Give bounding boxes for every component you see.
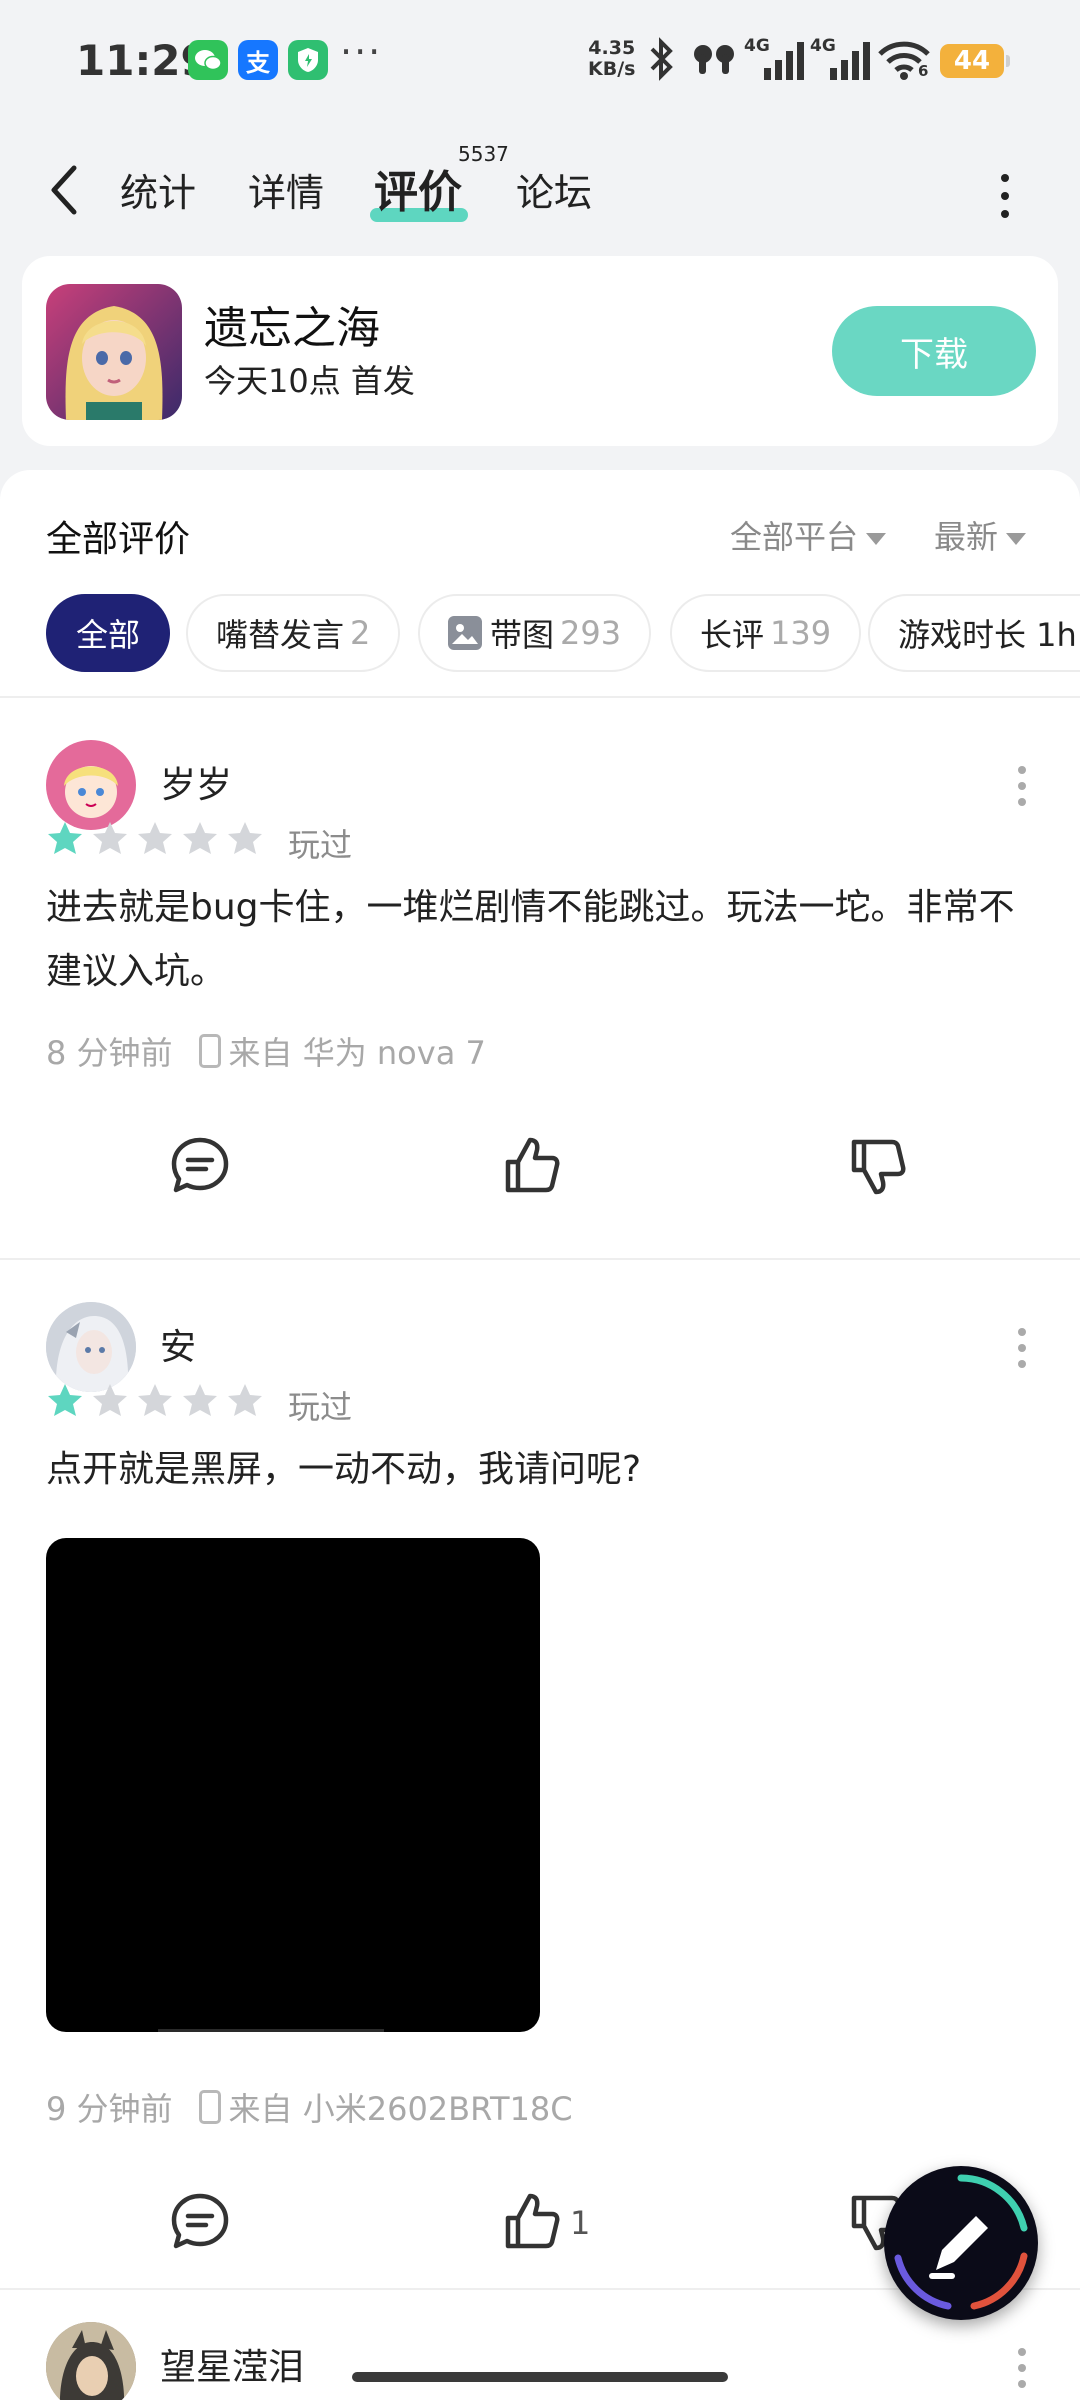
avatar[interactable] — [46, 1302, 136, 1392]
star-empty-icon — [138, 1384, 172, 1416]
review-image[interactable] — [46, 1538, 540, 2032]
review-device: 来自 华为 nova 7 — [228, 1034, 486, 1072]
more-options-icon[interactable] — [990, 166, 1020, 226]
status-more-indicator: ··· — [340, 30, 383, 74]
star-empty-icon — [228, 822, 262, 854]
star-empty-icon — [183, 822, 217, 854]
chip-playtime[interactable]: 游戏时长 1h+ — [868, 594, 1080, 672]
chip-all[interactable]: 全部 — [46, 594, 171, 672]
chip-mouthpiece[interactable]: 嘴替发言 2 — [186, 594, 401, 672]
review-more-icon[interactable] — [1016, 2346, 1028, 2390]
wechat-icon — [188, 40, 228, 80]
section-title: 全部评价 — [46, 519, 191, 560]
image-icon — [448, 616, 482, 650]
shield-icon — [288, 40, 328, 80]
status-bar: 11:29 支 ··· 4.35 KB/s 4G 4G 6 44 — [0, 0, 1080, 120]
chip-long-review[interactable]: 长评 139 — [670, 594, 862, 672]
app-card[interactable]: 遗忘之海 今天10点 首发 下载 — [22, 256, 1058, 446]
chip-with-image[interactable]: 带图 293 — [418, 594, 652, 672]
pen-icon — [894, 2174, 1028, 2310]
sort-filter[interactable]: 最新 — [934, 512, 1027, 558]
alipay-icon: 支 — [238, 40, 278, 80]
dislike-icon[interactable] — [846, 1134, 910, 1198]
divider — [0, 696, 1080, 698]
review-device: 来自 小米2602BRT18C — [228, 2090, 573, 2128]
star-empty-icon — [138, 822, 172, 854]
phone-icon — [198, 2090, 221, 2124]
review-text: 进去就是bug卡住，一堆烂剧情不能跳过。玩法一坨。非常不建议入坑。 — [46, 887, 1015, 992]
review-meta: 8 分钟前 来自 华为 nova 7 — [46, 1028, 486, 1074]
write-review-button[interactable] — [884, 2166, 1038, 2320]
signal-icon-2: 4G — [810, 36, 874, 82]
star-empty-icon — [93, 822, 127, 854]
avatar[interactable] — [46, 2322, 136, 2400]
dropdown-arrow-icon — [866, 533, 887, 545]
review-time: 8 分钟前 — [46, 1034, 173, 1072]
username[interactable]: 岁岁 — [160, 756, 232, 808]
dropdown-arrow-icon — [1006, 533, 1027, 545]
download-button[interactable]: 下载 — [832, 306, 1036, 396]
earbuds-icon — [694, 45, 734, 74]
app-release-info: 今天10点 首发 — [204, 362, 415, 400]
phone-icon — [198, 1034, 221, 1068]
wifi-icon: 6 — [878, 36, 934, 82]
review-more-icon[interactable] — [1016, 1326, 1028, 1370]
star-empty-icon — [93, 1384, 127, 1416]
star-empty-icon — [183, 1384, 217, 1416]
rating-stars — [46, 820, 271, 858]
app-name: 遗忘之海 — [204, 303, 380, 354]
review-meta: 9 分钟前 来自 小米2602BRT18C — [46, 2084, 573, 2130]
filter-chips: 全部 嘴替发言2 带图293 长评139 游戏时长 1h+ — [46, 594, 1080, 674]
app-icon — [46, 284, 182, 420]
tab-reviews[interactable]: 评价 — [374, 156, 462, 220]
comment-icon[interactable] — [168, 1134, 232, 1198]
top-nav: 统计 详情 评价 5537 论坛 — [0, 130, 1080, 250]
rating-stars — [46, 1382, 271, 1420]
like-icon[interactable] — [500, 1134, 564, 1198]
comment-icon[interactable] — [168, 2190, 232, 2254]
star-filled-icon — [48, 822, 82, 854]
review-count-badge: 5537 — [458, 142, 509, 166]
avatar[interactable] — [46, 740, 136, 830]
username[interactable]: 安 — [160, 1318, 196, 1370]
back-arrow-icon[interactable] — [40, 160, 90, 220]
platform-filter[interactable]: 全部平台 — [730, 512, 887, 558]
tab-forum[interactable]: 论坛 — [516, 162, 592, 217]
play-status: 玩过 — [288, 1388, 353, 1426]
home-indicator[interactable] — [352, 2372, 728, 2382]
divider — [0, 1258, 1080, 1260]
review-more-icon[interactable] — [1016, 764, 1028, 808]
signal-icon-1: 4G — [744, 36, 808, 82]
battery-indicator: 44 — [940, 44, 1010, 78]
review-time: 9 分钟前 — [46, 2090, 173, 2128]
reviews-panel: 全部评价 全部平台 最新 全部 嘴替发言 2 带图 293 长评 139 游戏时长 1… — [0, 470, 1080, 2400]
tab-stats[interactable]: 统计 — [120, 162, 196, 217]
star-filled-icon — [48, 1384, 82, 1416]
username[interactable]: 望星滢泪 — [160, 2338, 304, 2390]
star-empty-icon — [228, 1384, 262, 1416]
like-count: 1 — [570, 2204, 591, 2242]
tab-details[interactable]: 详情 — [248, 162, 324, 217]
like-icon[interactable] — [500, 2190, 564, 2254]
bluetooth-icon — [650, 37, 673, 81]
play-status: 玩过 — [288, 826, 353, 864]
review-text: 点开就是黑屏，一动不动，我请问呢? — [46, 1449, 642, 1490]
net-speed: 4.35 KB/s — [588, 37, 636, 80]
review-actions — [0, 1134, 1080, 1214]
